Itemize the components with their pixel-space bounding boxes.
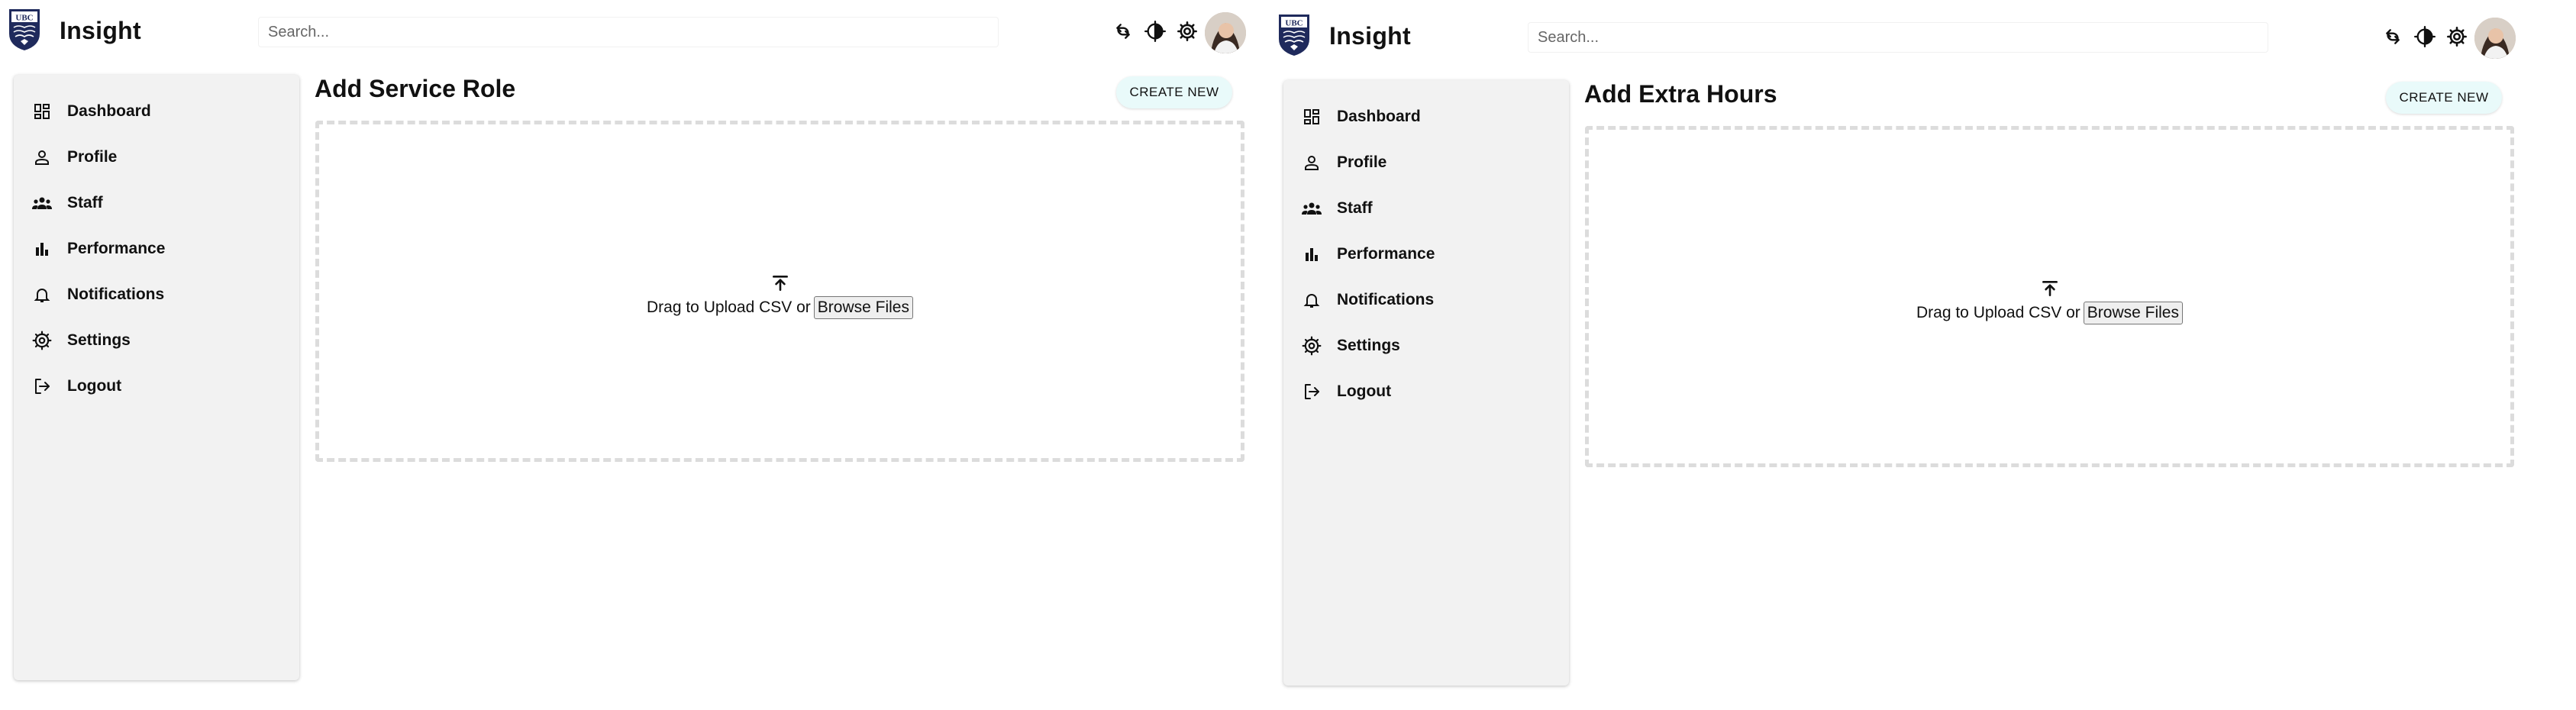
logout-icon bbox=[1300, 380, 1323, 403]
page-title: Add Extra Hours bbox=[1584, 80, 1777, 108]
theme-toggle-icon[interactable] bbox=[1143, 19, 1167, 44]
top-bar: UBC Insight bbox=[1270, 5, 2526, 73]
bell-icon bbox=[1300, 289, 1323, 311]
performance-icon bbox=[1300, 243, 1323, 266]
sidebar: Dashboard Profile Staff Performance Noti… bbox=[1283, 80, 1569, 686]
extra-hours-screen: UBC Insight Search... Dashboard Profile … bbox=[1270, 5, 2526, 700]
sidebar-item-profile[interactable]: Profile bbox=[1283, 140, 1569, 186]
upload-icon bbox=[772, 276, 788, 291]
profile-icon bbox=[1300, 151, 1323, 174]
avatar[interactable] bbox=[2474, 18, 2516, 59]
create-new-button[interactable]: CREATE NEW bbox=[1116, 76, 1232, 108]
sidebar-item-staff[interactable]: Staff bbox=[1283, 186, 1569, 231]
sidebar-item-label: Performance bbox=[67, 240, 166, 257]
theme-toggle-icon[interactable] bbox=[2413, 24, 2437, 49]
sidebar-item-label: Dashboard bbox=[67, 102, 151, 120]
dropzone-content: Drag to Upload CSV or Browse Files bbox=[319, 273, 1241, 319]
bell-icon bbox=[31, 283, 53, 306]
gear-icon bbox=[31, 329, 53, 352]
sidebar-item-logout[interactable]: Logout bbox=[14, 363, 299, 409]
sidebar-item-label: Settings bbox=[1337, 337, 1400, 354]
profile-icon bbox=[31, 146, 53, 169]
sidebar-item-logout[interactable]: Logout bbox=[1283, 369, 1569, 415]
sidebar-item-staff[interactable]: Staff bbox=[14, 180, 299, 226]
sidebar-item-dashboard[interactable]: Dashboard bbox=[14, 89, 299, 134]
sync-icon[interactable] bbox=[2381, 24, 2405, 49]
svg-text:UBC: UBC bbox=[1285, 19, 1303, 28]
sidebar-item-label: Profile bbox=[1337, 153, 1387, 171]
top-icon-group bbox=[2381, 24, 2469, 49]
ubc-logo: UBC bbox=[1279, 15, 1309, 56]
sidebar-item-label: Notifications bbox=[67, 286, 165, 303]
svg-text:UBC: UBC bbox=[15, 14, 33, 23]
sidebar-item-dashboard[interactable]: Dashboard bbox=[1283, 94, 1569, 140]
sidebar-item-profile[interactable]: Profile bbox=[14, 134, 299, 180]
create-new-button[interactable]: CREATE NEW bbox=[2386, 82, 2502, 114]
dropzone-content: Drag to Upload CSV or Browse Files bbox=[1589, 279, 2510, 324]
search-input[interactable] bbox=[258, 17, 999, 47]
sidebar-item-notifications[interactable]: Notifications bbox=[14, 272, 299, 318]
browse-files-button[interactable]: Browse Files bbox=[2083, 302, 2183, 324]
browse-files-button[interactable]: Browse Files bbox=[813, 296, 913, 319]
sidebar-item-label: Staff bbox=[67, 194, 103, 211]
sidebar-item-performance[interactable]: Performance bbox=[14, 226, 299, 272]
sidebar: Dashboard Profile Staff Performance Noti… bbox=[14, 75, 299, 680]
sidebar-item-label: Logout bbox=[67, 377, 122, 395]
sidebar-item-performance[interactable]: Performance bbox=[1283, 231, 1569, 277]
gear-icon bbox=[1300, 334, 1323, 357]
avatar[interactable] bbox=[1205, 12, 1246, 53]
dropzone-text: Drag to Upload CSV or bbox=[1916, 304, 2080, 321]
dashboard-icon bbox=[31, 100, 53, 123]
sidebar-item-label: Logout bbox=[1337, 382, 1392, 400]
top-bar: UBC Insight bbox=[0, 0, 1256, 67]
page-title: Add Service Role bbox=[315, 75, 516, 102]
search-input[interactable] bbox=[1528, 22, 2268, 53]
sidebar-item-label: Profile bbox=[67, 148, 118, 166]
performance-icon bbox=[31, 237, 53, 260]
settings-gear-icon[interactable] bbox=[1175, 19, 1199, 44]
sidebar-item-notifications[interactable]: Notifications bbox=[1283, 277, 1569, 323]
dropzone-text: Drag to Upload CSV or bbox=[647, 299, 811, 316]
sidebar-item-label: Dashboard bbox=[1337, 108, 1421, 125]
settings-gear-icon[interactable] bbox=[2445, 24, 2469, 49]
sidebar-item-label: Settings bbox=[67, 331, 131, 349]
sync-icon[interactable] bbox=[1111, 19, 1135, 44]
sidebar-item-settings[interactable]: Settings bbox=[14, 318, 299, 363]
sidebar-item-label: Performance bbox=[1337, 245, 1435, 263]
upload-icon bbox=[2042, 281, 2058, 296]
csv-dropzone[interactable]: Drag to Upload CSV or Browse Files bbox=[1585, 126, 2514, 467]
staff-icon bbox=[31, 192, 53, 215]
sidebar-item-settings[interactable]: Settings bbox=[1283, 323, 1569, 369]
staff-icon bbox=[1300, 197, 1323, 220]
logout-icon bbox=[31, 375, 53, 398]
top-icon-group bbox=[1111, 19, 1199, 44]
app-title: Insight bbox=[60, 17, 141, 44]
sidebar-item-label: Notifications bbox=[1337, 291, 1435, 308]
ubc-logo: UBC bbox=[9, 9, 40, 50]
service-role-screen: UBC Insight Search... Dashboard Profile … bbox=[0, 0, 1256, 695]
dashboard-icon bbox=[1300, 105, 1323, 128]
app-title: Insight bbox=[1329, 22, 1411, 50]
sidebar-item-label: Staff bbox=[1337, 199, 1373, 217]
csv-dropzone[interactable]: Drag to Upload CSV or Browse Files bbox=[315, 121, 1244, 462]
